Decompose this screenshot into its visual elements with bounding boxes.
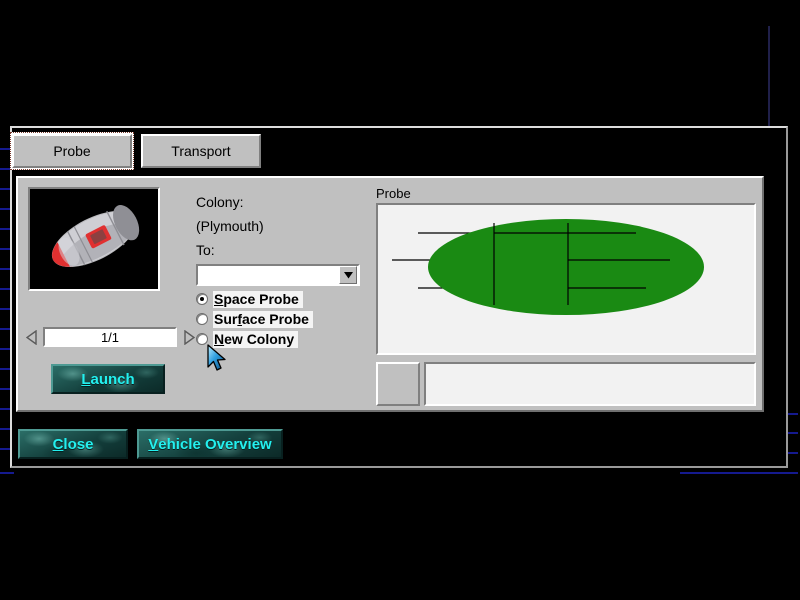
radio-surface-probe-label: Surface Probe [213, 311, 313, 328]
desktop-scanline [680, 472, 798, 474]
colony-label: Colony: [196, 192, 376, 212]
probe-capsule-render-icon [28, 187, 160, 291]
tab-strip: Probe Transport [12, 134, 261, 170]
triangle-left-icon[interactable] [24, 328, 40, 346]
radio-space-probe[interactable]: Space Probe [196, 290, 346, 308]
tab-transport-label: Transport [171, 143, 230, 159]
page-navigation: 1/1 [24, 326, 196, 348]
page-indicator-field[interactable]: 1/1 [43, 327, 177, 347]
colony-section: Colony: (Plymouth) To: [196, 192, 376, 286]
to-destination-select[interactable] [196, 264, 360, 286]
tab-probe-label: Probe [53, 143, 90, 159]
tab-transport[interactable]: Transport [141, 134, 261, 168]
page-indicator-text: 1/1 [101, 330, 119, 345]
mission-type-radio-group: Space Probe Surface Probe New Colony [196, 290, 346, 350]
radio-indicator-icon [196, 333, 208, 345]
vehicle-overview-button[interactable]: Vehicle Overview [137, 429, 283, 459]
overview-label-rest: ehicle Overview [158, 436, 271, 453]
probe-status-field[interactable] [424, 362, 756, 406]
probe-group-box: Probe [376, 186, 756, 406]
launch-accel-key: L [81, 371, 90, 388]
dialog-body: 1/1 Launch Colony: (Plymouth) To: [16, 176, 764, 412]
radio-indicator-icon [196, 293, 208, 305]
launch-label-rest: aunch [90, 371, 134, 388]
probe-schematic-ellipse-icon [376, 203, 756, 355]
to-label: To: [196, 240, 376, 260]
probe-group-title: Probe [376, 186, 756, 201]
chevron-down-icon[interactable] [339, 266, 357, 284]
radio-new-colony-label: New Colony [213, 331, 298, 348]
triangle-right-icon[interactable] [180, 328, 196, 346]
close-accel-key: C [53, 436, 64, 453]
radio-new-colony[interactable]: New Colony [196, 330, 346, 348]
radio-space-probe-label: Space Probe [213, 291, 303, 308]
desktop-scanline [0, 472, 14, 474]
radio-surface-probe[interactable]: Surface Probe [196, 310, 346, 328]
radio-indicator-icon [196, 313, 208, 325]
tab-probe[interactable]: Probe [12, 134, 132, 168]
game-screen: Probe Transport [0, 0, 800, 600]
colony-name-value: (Plymouth) [196, 216, 376, 236]
overview-accel-key: V [148, 436, 158, 453]
color-swatch-icon[interactable] [376, 362, 420, 406]
close-button[interactable]: Close [18, 429, 128, 459]
close-label-rest: lose [63, 436, 93, 453]
probe-status-bar [376, 362, 756, 406]
launch-button[interactable]: Launch [51, 364, 165, 394]
